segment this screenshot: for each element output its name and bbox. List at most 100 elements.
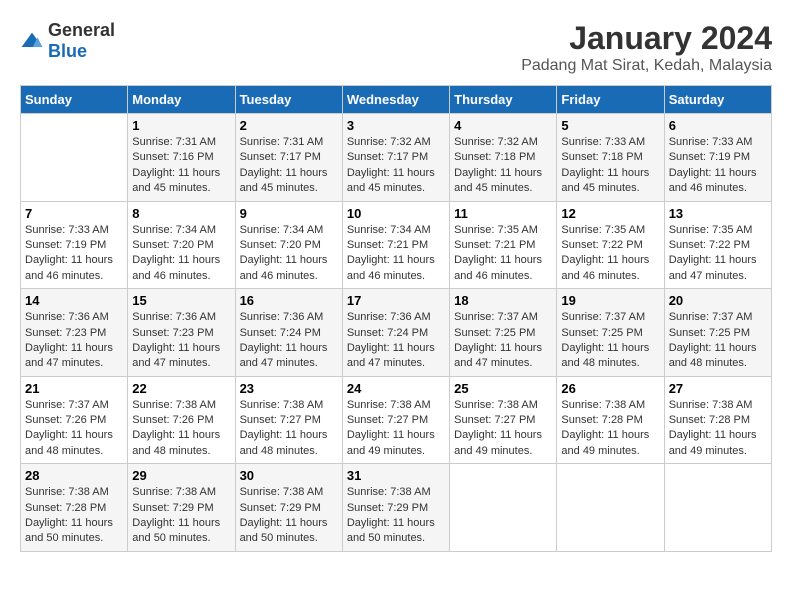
calendar-week-row: 14 Sunrise: 7:36 AM Sunset: 7:23 PM Dayli… [21,289,772,377]
calendar-header-saturday: Saturday [664,86,771,114]
calendar-cell: 6 Sunrise: 7:33 AM Sunset: 7:19 PM Daylig… [664,114,771,202]
calendar-header-wednesday: Wednesday [342,86,449,114]
calendar-cell [450,464,557,552]
day-info: Sunrise: 7:36 AM Sunset: 7:24 PM Dayligh… [347,310,445,372]
day-info: Sunrise: 7:38 AM Sunset: 7:27 PM Dayligh… [347,398,445,460]
calendar-week-row: 7 Sunrise: 7:33 AM Sunset: 7:19 PM Daylig… [21,201,772,289]
calendar-cell: 21Sunrise: 7:37 AM Sunset: 7:26 PM Dayli… [21,376,128,464]
day-info: Sunrise: 7:36 AM Sunset: 7:23 PM Dayligh… [132,310,230,372]
calendar-header-tuesday: Tuesday [235,86,342,114]
calendar-cell: 11 Sunrise: 7:35 AM Sunset: 7:21 PM Dayli… [450,201,557,289]
day-info: Sunrise: 7:38 AM Sunset: 7:26 PM Dayligh… [132,398,230,460]
day-number: 17 [347,293,445,308]
calendar-cell: 29 Sunrise: 7:38 AM Sunset: 7:29 PM Dayli… [128,464,235,552]
day-number: 23 [240,381,338,396]
day-info: Sunrise: 7:34 AM Sunset: 7:20 PM Dayligh… [132,223,230,285]
day-info: Sunrise: 7:38 AM Sunset: 7:28 PM Dayligh… [669,398,767,460]
day-number: 30 [240,468,338,483]
day-info: Sunrise: 7:33 AM Sunset: 7:19 PM Dayligh… [25,223,123,285]
day-info: Sunrise: 7:35 AM Sunset: 7:22 PM Dayligh… [561,223,659,285]
day-number: 31 [347,468,445,483]
calendar-cell: 7 Sunrise: 7:33 AM Sunset: 7:19 PM Daylig… [21,201,128,289]
day-info: Sunrise: 7:37 AM Sunset: 7:25 PM Dayligh… [454,310,552,372]
day-number: 25 [454,381,552,396]
calendar-week-row: 1 Sunrise: 7:31 AM Sunset: 7:16 PM Daylig… [21,114,772,202]
day-info: Sunrise: 7:34 AM Sunset: 7:21 PM Dayligh… [347,223,445,285]
day-info: Sunrise: 7:38 AM Sunset: 7:29 PM Dayligh… [347,485,445,547]
calendar-cell: 26Sunrise: 7:38 AM Sunset: 7:28 PM Dayli… [557,376,664,464]
day-number: 16 [240,293,338,308]
day-number: 12 [561,206,659,221]
day-number: 1 [132,118,230,133]
logo-general: General [48,20,115,40]
day-number: 18 [454,293,552,308]
calendar-cell: 22 Sunrise: 7:38 AM Sunset: 7:26 PM Dayli… [128,376,235,464]
calendar-cell: 15 Sunrise: 7:36 AM Sunset: 7:23 PM Dayli… [128,289,235,377]
day-number: 21 [25,381,123,396]
page-header: General Blue January 2024 Padang Mat Sir… [20,20,772,75]
day-number: 22 [132,381,230,396]
day-info: Sunrise: 7:38 AM Sunset: 7:27 PM Dayligh… [240,398,338,460]
logo: General Blue [20,20,115,62]
calendar-cell: 10 Sunrise: 7:34 AM Sunset: 7:21 PM Dayli… [342,201,449,289]
day-info: Sunrise: 7:36 AM Sunset: 7:24 PM Dayligh… [240,310,338,372]
logo-icon [20,31,44,51]
calendar-cell: 27 Sunrise: 7:38 AM Sunset: 7:28 PM Dayli… [664,376,771,464]
calendar-cell: 3Sunrise: 7:32 AM Sunset: 7:17 PM Daylig… [342,114,449,202]
day-info: Sunrise: 7:37 AM Sunset: 7:25 PM Dayligh… [669,310,767,372]
calendar-cell: 5 Sunrise: 7:33 AM Sunset: 7:18 PM Daylig… [557,114,664,202]
day-number: 11 [454,206,552,221]
day-info: Sunrise: 7:38 AM Sunset: 7:29 PM Dayligh… [132,485,230,547]
calendar-header-thursday: Thursday [450,86,557,114]
day-number: 2 [240,118,338,133]
calendar-cell [664,464,771,552]
day-info: Sunrise: 7:38 AM Sunset: 7:28 PM Dayligh… [25,485,123,547]
calendar-table: SundayMondayTuesdayWednesdayThursdayFrid… [20,85,772,552]
day-info: Sunrise: 7:36 AM Sunset: 7:23 PM Dayligh… [25,310,123,372]
day-info: Sunrise: 7:38 AM Sunset: 7:27 PM Dayligh… [454,398,552,460]
day-number: 6 [669,118,767,133]
day-number: 8 [132,206,230,221]
calendar-cell: 23 Sunrise: 7:38 AM Sunset: 7:27 PM Dayli… [235,376,342,464]
day-number: 10 [347,206,445,221]
day-info: Sunrise: 7:35 AM Sunset: 7:22 PM Dayligh… [669,223,767,285]
calendar-cell: 2 Sunrise: 7:31 AM Sunset: 7:17 PM Daylig… [235,114,342,202]
day-info: Sunrise: 7:31 AM Sunset: 7:16 PM Dayligh… [132,135,230,197]
day-number: 14 [25,293,123,308]
page-title: January 2024 [521,20,772,57]
calendar-cell: 19 Sunrise: 7:37 AM Sunset: 7:25 PM Dayli… [557,289,664,377]
logo-blue: Blue [48,41,87,61]
day-number: 5 [561,118,659,133]
calendar-header-row: SundayMondayTuesdayWednesdayThursdayFrid… [21,86,772,114]
day-number: 7 [25,206,123,221]
calendar-header-friday: Friday [557,86,664,114]
day-info: Sunrise: 7:35 AM Sunset: 7:21 PM Dayligh… [454,223,552,285]
day-number: 26 [561,381,659,396]
calendar-cell: 30Sunrise: 7:38 AM Sunset: 7:29 PM Dayli… [235,464,342,552]
day-number: 27 [669,381,767,396]
day-number: 24 [347,381,445,396]
day-number: 19 [561,293,659,308]
calendar-cell: 9Sunrise: 7:34 AM Sunset: 7:20 PM Daylig… [235,201,342,289]
day-info: Sunrise: 7:31 AM Sunset: 7:17 PM Dayligh… [240,135,338,197]
day-number: 13 [669,206,767,221]
day-number: 15 [132,293,230,308]
calendar-cell: 8 Sunrise: 7:34 AM Sunset: 7:20 PM Daylig… [128,201,235,289]
page-subtitle: Padang Mat Sirat, Kedah, Malaysia [521,57,772,75]
calendar-cell: 24 Sunrise: 7:38 AM Sunset: 7:27 PM Dayli… [342,376,449,464]
calendar-cell: 17 Sunrise: 7:36 AM Sunset: 7:24 PM Dayli… [342,289,449,377]
day-number: 9 [240,206,338,221]
calendar-cell: 28Sunrise: 7:38 AM Sunset: 7:28 PM Dayli… [21,464,128,552]
calendar-cell: 12 Sunrise: 7:35 AM Sunset: 7:22 PM Dayli… [557,201,664,289]
calendar-cell: 16 Sunrise: 7:36 AM Sunset: 7:24 PM Dayli… [235,289,342,377]
day-info: Sunrise: 7:37 AM Sunset: 7:25 PM Dayligh… [561,310,659,372]
calendar-cell [21,114,128,202]
calendar-week-row: 21Sunrise: 7:37 AM Sunset: 7:26 PM Dayli… [21,376,772,464]
day-info: Sunrise: 7:33 AM Sunset: 7:19 PM Dayligh… [669,135,767,197]
day-info: Sunrise: 7:32 AM Sunset: 7:18 PM Dayligh… [454,135,552,197]
day-number: 29 [132,468,230,483]
day-info: Sunrise: 7:33 AM Sunset: 7:18 PM Dayligh… [561,135,659,197]
calendar-cell: 18 Sunrise: 7:37 AM Sunset: 7:25 PM Dayli… [450,289,557,377]
day-info: Sunrise: 7:32 AM Sunset: 7:17 PM Dayligh… [347,135,445,197]
calendar-cell: 1 Sunrise: 7:31 AM Sunset: 7:16 PM Daylig… [128,114,235,202]
